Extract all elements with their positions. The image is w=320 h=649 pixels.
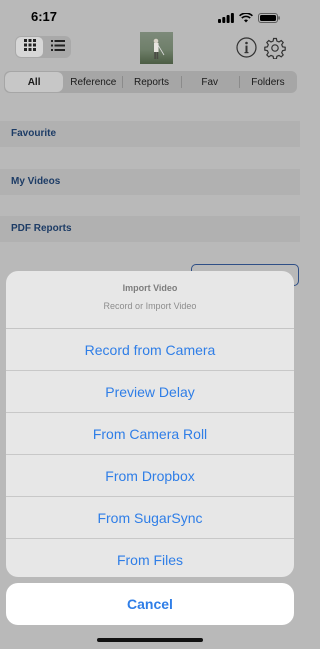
status-time: 6:17 [31,9,58,24]
action-sheet-message: Record or Import Video [103,301,197,311]
section-label: Favourite [11,128,57,139]
import-video-action-sheet: Import Video Record or Import Video Reco… [6,271,294,577]
status-bar: 6:17 [0,0,300,32]
preview-delay-button[interactable]: Preview Delay [6,371,294,413]
cancel-button[interactable]: Cancel [6,583,294,625]
section-label: PDF Reports [11,223,72,234]
info-icon[interactable] [236,37,257,63]
signal-icon [218,10,234,28]
from-sugarsync-button[interactable]: From SugarSync [6,497,294,539]
section-my-videos[interactable]: My Videos [0,169,300,195]
tab-fav[interactable]: Fav [180,71,239,93]
gear-icon[interactable] [264,37,286,64]
from-dropbox-button[interactable]: From Dropbox [6,455,294,497]
tab-reference[interactable]: Reference [64,71,122,93]
home-indicator [97,638,203,642]
video-thumbnail[interactable] [140,32,173,64]
action-sheet-title: Import Video [122,283,178,293]
section-label: My Videos [11,176,61,187]
from-camera-roll-button[interactable]: From Camera Roll [6,413,294,455]
status-icons [218,10,280,28]
tab-reports[interactable]: Reports [122,71,180,93]
from-files-button[interactable]: From Files [6,539,294,577]
action-sheet-header: Import Video Record or Import Video [6,271,294,329]
section-favourite[interactable]: Favourite [0,121,300,147]
wifi-icon [239,10,253,28]
filter-tabs: All Reference Reports Fav Folders [4,71,297,93]
grid-icon [23,38,36,56]
tab-all[interactable]: All [5,72,64,92]
list-view-button[interactable] [44,36,71,58]
grid-view-button[interactable] [16,37,43,57]
tab-folders[interactable]: Folders [238,71,297,93]
record-from-camera-button[interactable]: Record from Camera [6,329,294,371]
list-icon [50,38,65,56]
toolbar [0,32,300,66]
section-pdf-reports[interactable]: PDF Reports [0,216,300,242]
view-mode-toggle[interactable] [15,36,71,58]
battery-icon [258,10,280,28]
